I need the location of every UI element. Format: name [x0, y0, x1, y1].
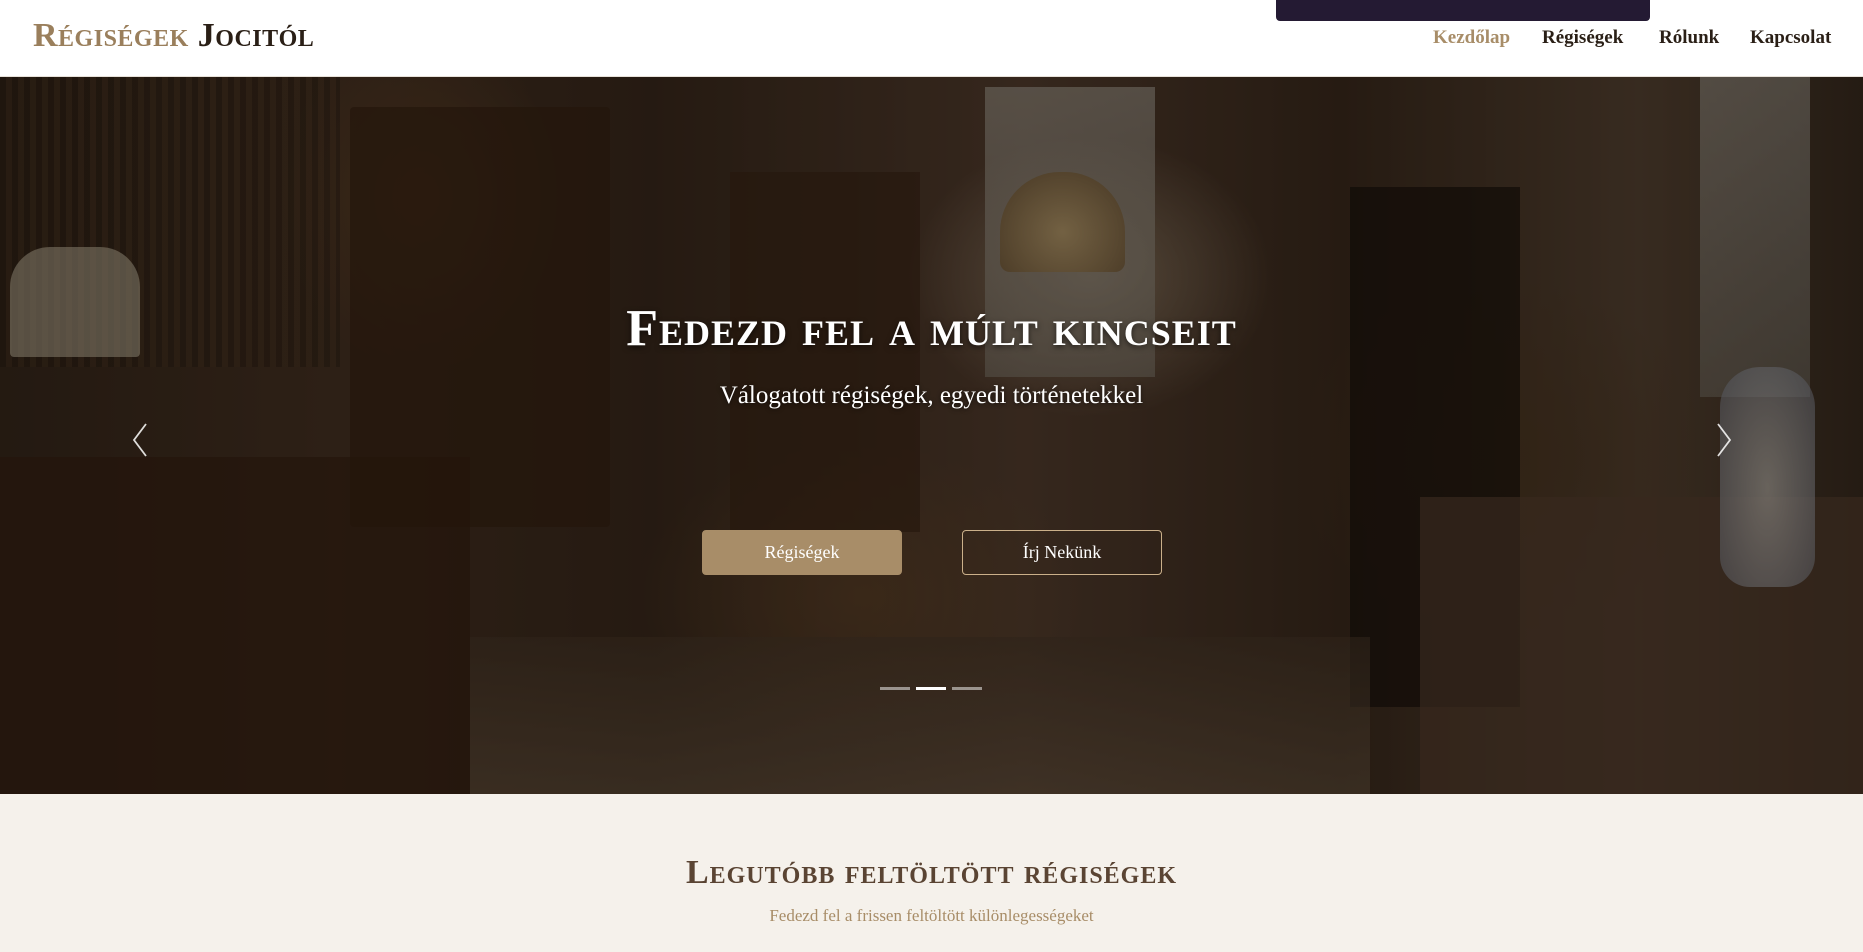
- carousel-prev-button[interactable]: [130, 420, 150, 460]
- chevron-right-icon: [1717, 423, 1732, 457]
- antiques-button[interactable]: Régiségek: [702, 530, 902, 575]
- carousel-indicator-3[interactable]: [952, 687, 982, 690]
- chevron-left-icon: [132, 423, 147, 457]
- nav-link-contact[interactable]: Kapcsolat: [1750, 25, 1831, 51]
- top-dark-bar: [1276, 0, 1650, 21]
- hero-title: Fedezd fel a múlt kincseit: [626, 300, 1237, 357]
- site-header: Régiségek Jocitól Kezdőlap Régiségek Ról…: [0, 0, 1863, 77]
- main-nav: Kezdőlap Régiségek Rólunk Kapcsolat: [0, 25, 1863, 55]
- hero-subtitle: Válogatott régiségek, egyedi történetekk…: [719, 382, 1144, 409]
- nav-link-about[interactable]: Rólunk: [1659, 25, 1719, 51]
- latest-section-subtitle: Fedezd fel a frissen feltöltött különleg…: [769, 906, 1094, 925]
- carousel-indicator-1[interactable]: [880, 687, 910, 690]
- carousel-next-button[interactable]: [1714, 420, 1734, 460]
- latest-section-title: Legutóbb feltöltött régiségek: [685, 854, 1178, 891]
- carousel-indicators: [880, 687, 984, 693]
- nav-link-home[interactable]: Kezdőlap: [1433, 25, 1510, 51]
- write-us-button[interactable]: Írj Nekünk: [962, 530, 1162, 575]
- carousel-indicator-2[interactable]: [916, 687, 946, 690]
- nav-link-antiques[interactable]: Régiségek: [1542, 25, 1623, 51]
